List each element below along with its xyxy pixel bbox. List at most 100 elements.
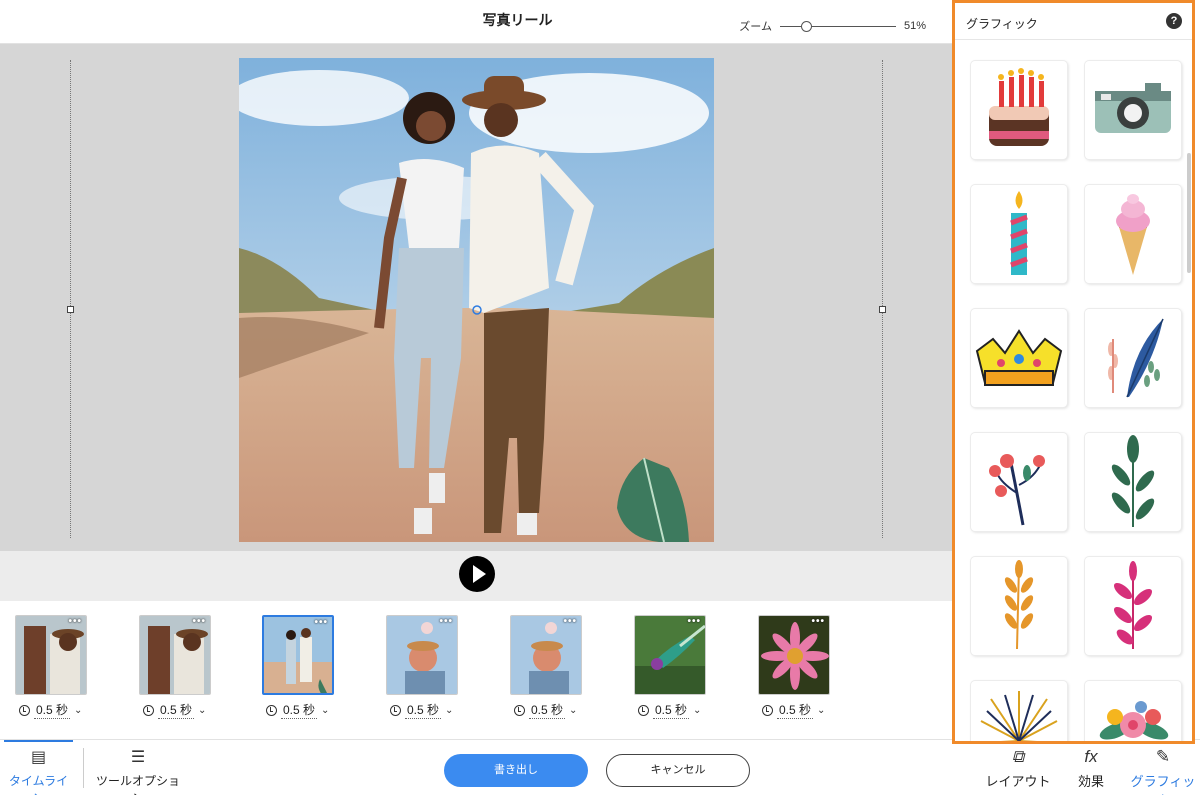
left-guide-line bbox=[70, 60, 71, 538]
chevron-down-icon[interactable]: ⌄ bbox=[445, 705, 453, 716]
clip-thumbnail[interactable]: ••• bbox=[139, 615, 211, 695]
pink-branch-icon bbox=[1113, 561, 1153, 649]
graphic-wheat[interactable] bbox=[971, 557, 1067, 655]
chevron-down-icon[interactable]: ⌄ bbox=[198, 705, 206, 716]
clip-more-icon[interactable]: ••• bbox=[563, 617, 577, 627]
clip-image bbox=[16, 616, 86, 694]
cancel-button[interactable]: キャンセル bbox=[606, 754, 750, 787]
zoom-slider[interactable] bbox=[779, 20, 896, 32]
clip-duration[interactable]: 0.5 秒 ⌄ bbox=[514, 701, 577, 719]
wheat-icon bbox=[1004, 560, 1034, 650]
clock-icon bbox=[19, 704, 30, 716]
clock-icon bbox=[762, 704, 773, 716]
right-guide-line bbox=[882, 60, 883, 538]
tab-timeline-label: タイムライン bbox=[8, 774, 69, 795]
clip-more-icon[interactable]: ••• bbox=[811, 617, 825, 627]
chevron-down-icon[interactable]: ⌄ bbox=[74, 705, 82, 716]
graphic-cake[interactable] bbox=[971, 61, 1067, 159]
layout-icon: ⧉ bbox=[1011, 747, 1025, 766]
main-photo[interactable] bbox=[239, 58, 714, 542]
graphic-camera[interactable] bbox=[1085, 61, 1181, 159]
clip-thumbnail[interactable]: ••• bbox=[634, 615, 706, 695]
graphic-bouquet[interactable] bbox=[1085, 681, 1181, 741]
clip-thumbnail[interactable]: ••• bbox=[386, 615, 458, 695]
zoom-slider-handle[interactable] bbox=[800, 21, 812, 32]
tab-effects-label: 効果 bbox=[1077, 774, 1104, 789]
graphic-crown[interactable] bbox=[971, 309, 1067, 407]
left-resize-handle[interactable] bbox=[67, 306, 74, 313]
photo-reel-editor: 写真リール ズーム 51% ••• 0.5 秒 ⌄ ••• 0.5 秒 ⌄ ••… bbox=[0, 0, 1200, 795]
clock-icon bbox=[266, 704, 277, 716]
export-button[interactable]: 書き出し bbox=[444, 754, 588, 787]
clip-item[interactable]: ••• 0.5 秒 ⌄ bbox=[386, 615, 496, 725]
zoom-value: 51% bbox=[903, 20, 926, 32]
clip-thumbnail[interactable]: ••• bbox=[262, 615, 334, 695]
tab-layout[interactable]: ⧉ レイアウト bbox=[983, 740, 1053, 795]
chevron-down-icon[interactable]: ⌄ bbox=[817, 705, 825, 716]
clip-duration[interactable]: 0.5 秒 ⌄ bbox=[390, 701, 453, 719]
clip-item[interactable]: ••• 0.5 秒 ⌄ bbox=[510, 615, 620, 725]
clip-duration[interactable]: 0.5 秒 ⌄ bbox=[143, 701, 206, 719]
duration-value: 0.5 秒 bbox=[281, 703, 318, 719]
clip-more-icon[interactable]: ••• bbox=[68, 617, 82, 627]
duration-value: 0.5 秒 bbox=[158, 703, 195, 719]
tool-options-icon: ☰ bbox=[130, 749, 146, 766]
bottom-toolbar: ▤ タイムライン ☰ ツールオプション 書き出し キャンセル ⧉ レイアウト f… bbox=[0, 739, 1200, 795]
clip-duration[interactable]: 0.5 秒 ⌄ bbox=[19, 701, 82, 719]
graphic-fireworks[interactable] bbox=[971, 681, 1067, 741]
graphic-ice-cream[interactable] bbox=[1085, 185, 1181, 283]
clip-thumbnail[interactable]: ••• bbox=[758, 615, 830, 695]
clip-item[interactable]: ••• 0.5 秒 ⌄ bbox=[15, 615, 125, 725]
right-resize-handle[interactable] bbox=[879, 306, 886, 313]
clip-item-selected[interactable]: ••• 0.5 秒 ⌄ bbox=[262, 615, 372, 725]
clip-item[interactable]: ••• 0.5 秒 ⌄ bbox=[634, 615, 744, 725]
chevron-down-icon[interactable]: ⌄ bbox=[693, 705, 701, 716]
clip-more-icon[interactable]: ••• bbox=[192, 617, 206, 627]
zoom-control: ズーム 51% bbox=[739, 18, 926, 34]
help-icon[interactable]: ? bbox=[1166, 13, 1182, 29]
clip-duration[interactable]: 0.5 秒 ⌄ bbox=[638, 701, 701, 719]
feathers-icon bbox=[1108, 318, 1164, 398]
clip-duration[interactable]: 0.5 秒 ⌄ bbox=[266, 701, 329, 719]
graphic-berries[interactable] bbox=[971, 433, 1067, 531]
duration-value: 0.5 秒 bbox=[34, 703, 71, 719]
chevron-down-icon[interactable]: ⌄ bbox=[321, 705, 329, 716]
clip-more-icon[interactable]: ••• bbox=[314, 618, 328, 628]
tab-layout-label: レイアウト bbox=[985, 774, 1051, 789]
clip-duration[interactable]: 0.5 秒 ⌄ bbox=[762, 701, 825, 719]
play-button[interactable] bbox=[459, 556, 495, 592]
clip-more-icon[interactable]: ••• bbox=[439, 617, 453, 627]
clip-image bbox=[635, 616, 705, 694]
duration-value: 0.5 秒 bbox=[529, 703, 566, 719]
tab-effects[interactable]: fx 効果 bbox=[1056, 740, 1126, 795]
clip-item[interactable]: ••• 0.5 秒 ⌄ bbox=[139, 615, 249, 725]
graphics-icon: ✎ bbox=[1155, 747, 1171, 766]
clock-icon bbox=[638, 704, 649, 716]
ice-cream-icon bbox=[1116, 194, 1150, 275]
tab-graphics[interactable]: ✎ グラフィック bbox=[1128, 740, 1198, 795]
crown-icon bbox=[975, 329, 1063, 386]
film-icon: ▤ bbox=[30, 749, 47, 766]
chevron-down-icon[interactable]: ⌄ bbox=[569, 705, 577, 716]
tab-timeline[interactable]: ▤ タイムライン bbox=[4, 740, 73, 795]
graphic-feathers[interactable] bbox=[1085, 309, 1181, 407]
clip-image bbox=[387, 616, 457, 694]
clip-image bbox=[511, 616, 581, 694]
graphics-panel-scrollbar[interactable] bbox=[1187, 153, 1191, 273]
clip-item[interactable]: ••• 0.5 秒 ⌄ bbox=[758, 615, 868, 725]
zoom-label: ズーム bbox=[739, 21, 772, 33]
preview-stage bbox=[0, 44, 952, 551]
graphics-panel-title: グラフィック bbox=[966, 17, 1038, 31]
clip-thumbnail[interactable]: ••• bbox=[510, 615, 582, 695]
tab-tool-options[interactable]: ☰ ツールオプション bbox=[92, 740, 184, 795]
graphic-pink-branch[interactable] bbox=[1085, 557, 1181, 655]
graphic-leaf-branch[interactable] bbox=[1085, 433, 1181, 531]
zoom-slider-track bbox=[779, 26, 896, 27]
clip-image bbox=[759, 616, 829, 694]
clock-icon bbox=[143, 704, 154, 716]
clip-thumbnail[interactable]: ••• bbox=[15, 615, 87, 695]
tab-graphics-label: グラフィック bbox=[1130, 774, 1196, 795]
graphic-candle[interactable] bbox=[971, 185, 1067, 283]
clip-more-icon[interactable]: ••• bbox=[687, 617, 701, 627]
clip-filmstrip: ••• 0.5 秒 ⌄ ••• 0.5 秒 ⌄ ••• 0.5 秒 ⌄ ••• 0.5… bbox=[0, 601, 952, 739]
